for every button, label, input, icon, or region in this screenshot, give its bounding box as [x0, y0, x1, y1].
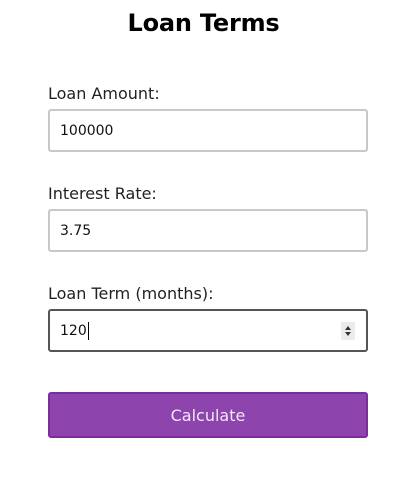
- page-title: Loan Terms: [127, 9, 280, 37]
- loan-term-label: Loan Term (months):: [48, 284, 214, 303]
- calculate-button-label: Calculate: [170, 405, 246, 425]
- interest-rate-input[interactable]: 3.75: [48, 209, 368, 252]
- loan-term-value: 120: [60, 322, 87, 339]
- interest-rate-label: Interest Rate:: [48, 184, 157, 203]
- loan-amount-input[interactable]: 100000: [48, 109, 368, 152]
- text-caret: [87, 321, 89, 340]
- loan-terms-form: Loan Terms Loan Amount: 100000 Interest …: [0, 0, 407, 478]
- number-stepper-arrows-icon[interactable]: [341, 321, 355, 340]
- calculate-button[interactable]: Calculate: [48, 392, 368, 438]
- loan-amount-value: 100000: [60, 122, 114, 139]
- loan-amount-label: Loan Amount:: [48, 84, 160, 103]
- interest-rate-value: 3.75: [60, 222, 92, 239]
- loan-term-input[interactable]: 120: [48, 309, 368, 352]
- stepper-up-arrow-icon[interactable]: [345, 325, 351, 330]
- stepper-down-arrow-icon[interactable]: [345, 331, 351, 336]
